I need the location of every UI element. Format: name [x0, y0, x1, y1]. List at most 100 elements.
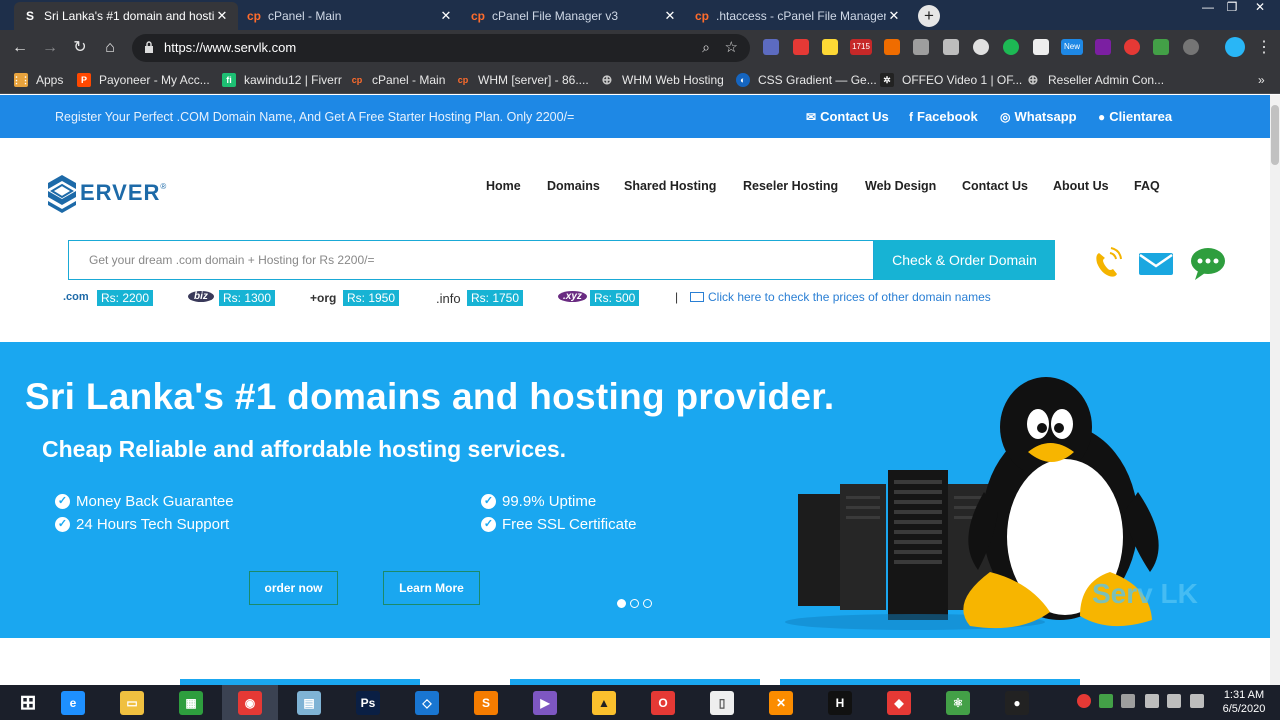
home-icon[interactable]: ⌂	[100, 38, 120, 58]
extension-icon[interactable]	[884, 39, 900, 55]
record-tray-icon[interactable]	[1077, 694, 1091, 708]
reload-icon[interactable]: ↻	[70, 38, 90, 58]
extension-new-icon[interactable]: New	[1061, 39, 1083, 55]
extension-icon[interactable]	[973, 39, 989, 55]
profile-avatar[interactable]	[1225, 37, 1245, 57]
topbar-facebook-link[interactable]: f Facebook	[909, 109, 978, 124]
nvidia-tray-icon[interactable]	[1099, 694, 1113, 708]
extension-icon[interactable]	[1033, 39, 1049, 55]
extension-icon[interactable]	[1095, 39, 1111, 55]
nav-shared-hosting[interactable]: Shared Hosting	[624, 179, 716, 193]
forward-icon[interactable]: →	[40, 38, 60, 58]
taskbar-app-sublime[interactable]: S	[458, 685, 514, 720]
back-icon[interactable]: ←	[10, 38, 30, 58]
taskbar-app-visual-studio[interactable]: ▶	[517, 685, 573, 720]
grammarly-icon[interactable]	[1003, 39, 1019, 55]
nav-web-design[interactable]: Web Design	[865, 179, 936, 193]
taskbar-app-opera[interactable]: O	[635, 685, 691, 720]
bookmark-whm-web-hosting[interactable]: ⊕ WHM Web Hosting	[600, 71, 724, 89]
slider-dot-2[interactable]	[630, 599, 639, 608]
bookmark-whm-server[interactable]: cp WHM [server] - 86....	[456, 71, 589, 89]
price-biz: Rs: 1300	[219, 290, 276, 306]
extension-icon[interactable]	[1183, 39, 1199, 55]
bookmark-cpanel[interactable]: cp cPanel - Main	[350, 71, 446, 89]
page-scrollbar-thumb[interactable]	[1271, 105, 1279, 165]
battery-tray-icon[interactable]	[1145, 694, 1159, 708]
taskbar-app-atom[interactable]: ⚛	[930, 685, 986, 720]
network-warning-tray-icon[interactable]	[1121, 694, 1135, 708]
taskbar-app-photoshop[interactable]: Ps	[340, 685, 396, 720]
nav-domains[interactable]: Domains	[547, 179, 600, 193]
email-icon[interactable]	[1138, 247, 1174, 281]
slider-dot-3[interactable]	[643, 599, 652, 608]
page-scrollbar[interactable]	[1270, 95, 1280, 685]
bookmarks-overflow-icon[interactable]: »	[1258, 71, 1265, 89]
taskbar-app-nvda[interactable]: ▲	[576, 685, 632, 720]
bookmark-star-icon[interactable]: ☆	[725, 38, 738, 56]
taskbar-app-h-app[interactable]: H	[812, 685, 868, 720]
volume-tray-icon[interactable]	[1190, 694, 1204, 708]
bookmark-offeo[interactable]: ✲ OFFEO Video 1 | OF...	[880, 71, 1022, 89]
check-order-domain-button[interactable]: Check & Order Domain	[874, 240, 1055, 280]
address-bar[interactable]: https://www.servlk.com ⌕ ☆	[132, 34, 750, 62]
hero-slider: Sri Lanka's #1 domains and hosting provi…	[0, 342, 1270, 638]
bookmark-payoneer[interactable]: P Payoneer - My Acc...	[77, 71, 210, 89]
tab-htaccess[interactable]: cp .htaccess - cPanel File Manager v ✕	[686, 2, 910, 30]
extension-icon[interactable]	[763, 39, 779, 55]
close-window-icon[interactable]: ✕	[1248, 0, 1272, 18]
taskbar-clock[interactable]: 1:31 AM 6/5/2020	[1218, 688, 1270, 716]
new-tab-button[interactable]: +	[918, 5, 940, 27]
topbar-clientarea-link[interactable]: ● Clientarea	[1098, 109, 1172, 124]
nav-faq[interactable]: FAQ	[1134, 179, 1160, 193]
bookmark-reseller-admin[interactable]: ⊕ Reseller Admin Con...	[1026, 71, 1165, 89]
zoom-icon[interactable]: ⌕	[702, 39, 710, 56]
tab-cpanel-main[interactable]: cp cPanel - Main ✕	[238, 2, 462, 30]
other-prices-link[interactable]: Click here to check the prices of other …	[690, 290, 991, 304]
whatsapp-icon: ◎	[1000, 109, 1011, 124]
bookmark-css-gradient[interactable]: ◐ CSS Gradient — Ge...	[736, 71, 877, 89]
extension-badge-icon[interactable]: 1715	[850, 39, 872, 55]
taskbar-app-document[interactable]: ▯	[694, 685, 750, 720]
close-tab-icon[interactable]: ✕	[662, 8, 678, 24]
order-now-button[interactable]: order now	[249, 571, 338, 605]
taskbar-app-file-explorer[interactable]: ▭	[104, 685, 160, 720]
taskbar-app-xampp[interactable]: ✕	[753, 685, 809, 720]
slider-dot-1[interactable]	[617, 599, 626, 608]
nav-reseler-hosting[interactable]: Reseler Hosting	[743, 179, 838, 193]
close-tab-icon[interactable]: ✕	[886, 8, 902, 24]
topbar-contact-link[interactable]: ✉ Contact Us	[806, 109, 889, 124]
taskbar-app-git[interactable]: ◆	[871, 685, 927, 720]
taskbar-app-store[interactable]: ▦	[163, 685, 219, 720]
bookmark-apps[interactable]: ⋮⋮ Apps	[12, 71, 63, 89]
taskbar-app-chrome[interactable]: ◉	[222, 685, 278, 720]
learn-more-button[interactable]: Learn More	[383, 571, 480, 605]
chat-icon[interactable]	[1190, 247, 1226, 281]
topbar-whatsapp-link[interactable]: ◎ Whatsapp	[1000, 109, 1077, 124]
url-text[interactable]: https://www.servlk.com	[164, 40, 296, 55]
site-logo[interactable]: ERVER ®	[46, 171, 166, 215]
wifi-tray-icon[interactable]	[1167, 694, 1181, 708]
nav-about-us[interactable]: About Us	[1053, 179, 1109, 193]
maximize-icon[interactable]: ❐	[1220, 0, 1244, 18]
nav-contact-us[interactable]: Contact Us	[962, 179, 1028, 193]
taskbar-app-notepad[interactable]: ▤	[281, 685, 337, 720]
nav-home[interactable]: Home	[486, 179, 521, 193]
tab-cpanel-file-manager[interactable]: cp cPanel File Manager v3 ✕	[462, 2, 686, 30]
close-tab-icon[interactable]: ✕	[214, 8, 230, 24]
close-tab-icon[interactable]: ✕	[438, 8, 454, 24]
extension-icon[interactable]	[1124, 39, 1140, 55]
taskbar-app-internet-explorer[interactable]: e	[45, 685, 101, 720]
extension-icon[interactable]	[913, 39, 929, 55]
taskbar-app-record[interactable]: ●	[989, 685, 1045, 720]
tab-servlk[interactable]: S Sri Lanka's #1 domain and hostin ✕	[14, 2, 238, 30]
extension-icon[interactable]	[822, 39, 838, 55]
taskbar-app-vscode[interactable]: ◇	[399, 685, 455, 720]
extension-icon[interactable]	[793, 39, 809, 55]
domain-search-input[interactable]	[69, 241, 873, 279]
bookmark-fiverr[interactable]: fi kawindu12 | Fiverr	[222, 71, 342, 89]
minimize-icon[interactable]: —	[1196, 0, 1220, 18]
phone-icon[interactable]	[1090, 247, 1126, 281]
camera-icon[interactable]	[943, 39, 959, 55]
extension-icon[interactable]	[1153, 39, 1169, 55]
menu-icon[interactable]: ⋮	[1254, 38, 1274, 58]
